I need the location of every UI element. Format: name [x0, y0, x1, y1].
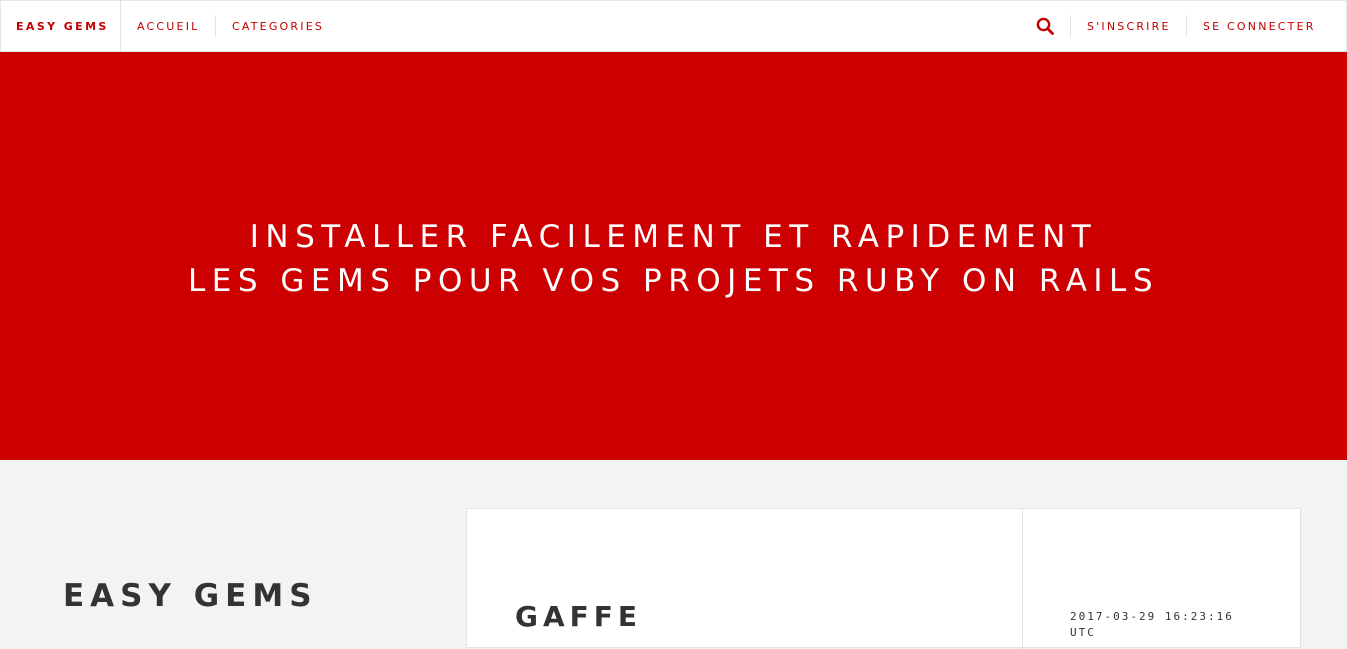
nav-divider [215, 15, 216, 37]
post-card[interactable]: GAFFE 2017-03-29 16:23:16 UTC [466, 508, 1301, 649]
hero-title: INSTALLER FACILEMENT ET RAPIDEMENT LES G… [0, 215, 1347, 303]
nav-categories-link[interactable]: CATEGORIES [232, 1, 324, 51]
card-divider [1022, 509, 1023, 649]
post-date: 2017-03-29 16:23:16 UTC [1070, 610, 1234, 639]
nav-divider [1070, 15, 1071, 37]
nav-divider [1186, 15, 1187, 37]
search-icon[interactable] [1036, 17, 1054, 35]
login-link[interactable]: SE CONNECTER [1203, 1, 1316, 51]
nav-accueil-link[interactable]: ACCUEIL [137, 1, 199, 51]
signup-link[interactable]: S'INSCRIRE [1087, 1, 1171, 51]
hero-title-line-1: INSTALLER FACILEMENT ET RAPIDEMENT [249, 219, 1098, 255]
brand-link[interactable]: EASY GEMS [16, 1, 109, 51]
nav-divider [120, 1, 121, 51]
site-title: EASY GEMS [63, 578, 318, 614]
hero-banner: INSTALLER FACILEMENT ET RAPIDEMENT LES G… [0, 52, 1347, 460]
top-navbar: EASY GEMS ACCUEIL CATEGORIES S'INSCRIRE … [0, 0, 1347, 52]
hero-title-line-2: LES GEMS POUR VOS PROJETS RUBY ON RAILS [188, 263, 1159, 299]
post-title[interactable]: GAFFE [515, 600, 642, 633]
